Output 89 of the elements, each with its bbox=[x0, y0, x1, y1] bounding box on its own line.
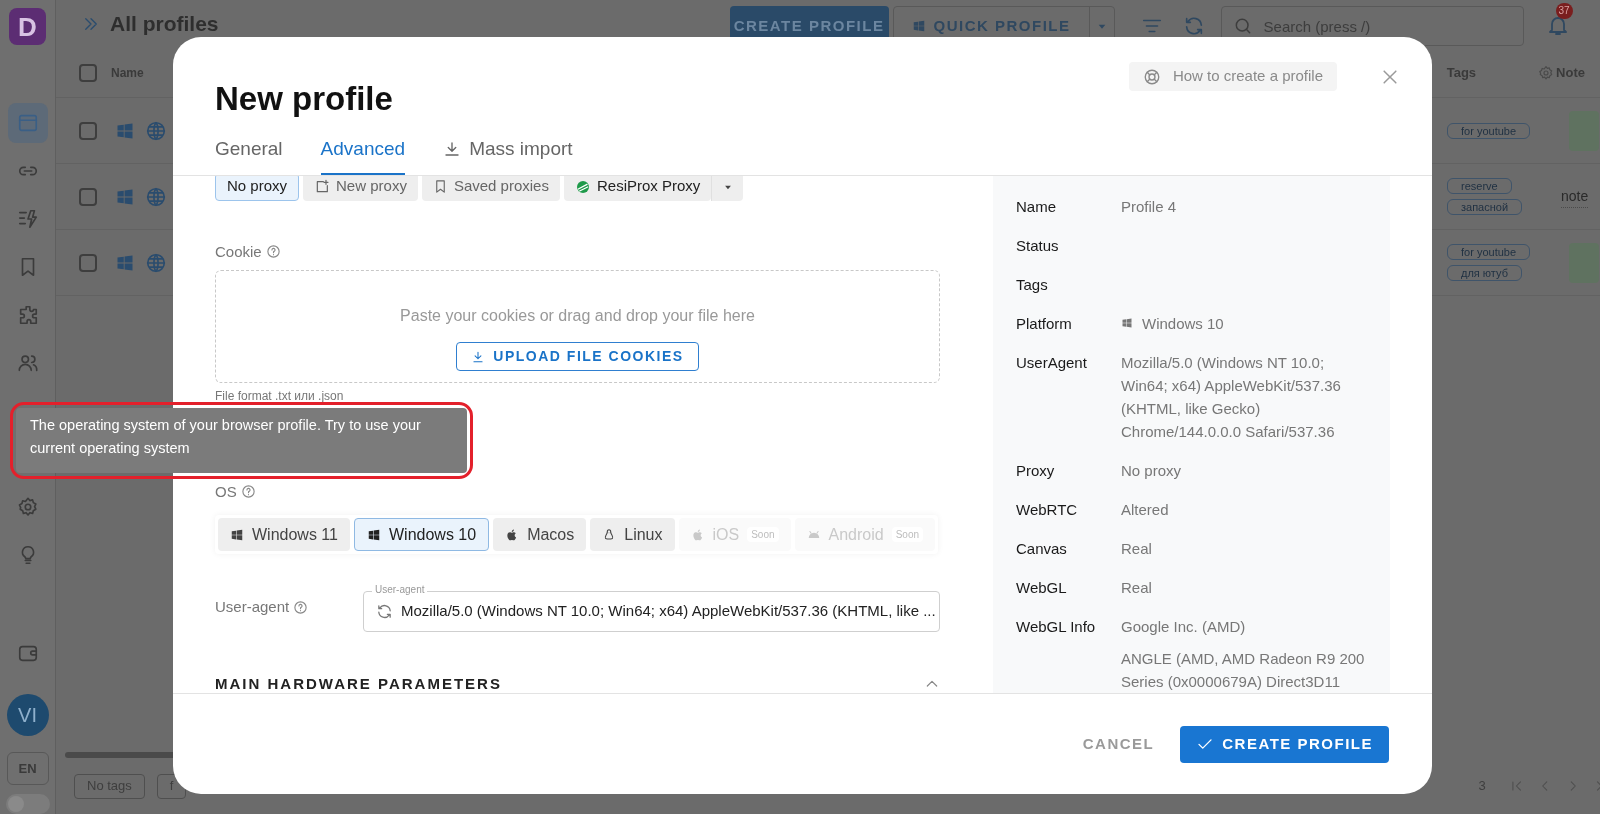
gear-icon bbox=[1538, 64, 1555, 81]
page-title: All profiles bbox=[110, 11, 219, 38]
tab[interactable]: General bbox=[215, 135, 283, 175]
summary-value: Altered bbox=[1121, 499, 1169, 520]
proxy-option[interactable]: New proxy bbox=[303, 175, 418, 201]
quick-profile-label: QUICK PROFILE bbox=[933, 15, 1071, 36]
file-format-hint: File format .txt или .json bbox=[215, 387, 345, 405]
summary-value: Mozilla/5.0 (Windows NT 10.0; Win64; x64) AppleWebKit/537.36 (KHTML, like Gecko) Chrome/144.0.0.0 Safari/537.36 bbox=[1121, 352, 1342, 442]
drop-zone-text: Paste your cookies or drag and drop your file here bbox=[400, 306, 755, 326]
tooltip: The operating system of your browser profile. Try to use your current operating system bbox=[16, 408, 467, 473]
section-heading: MAIN HARDWARE PARAMETERS bbox=[215, 675, 502, 693]
summary-label: Name bbox=[1016, 196, 1057, 217]
lifebuoy-icon bbox=[1142, 67, 1161, 86]
os-option[interactable]: Windows 11 bbox=[218, 518, 350, 551]
summary-label: UserAgent bbox=[1016, 352, 1088, 373]
windows-logo-icon bbox=[230, 527, 244, 542]
checkbox[interactable] bbox=[79, 187, 97, 206]
first-page-icon bbox=[1509, 779, 1524, 793]
summary-value: ANGLE (AMD, AMD Radeon R9 200 Series (0x0000679A) Direct3D11 bbox=[1121, 648, 1366, 692]
soon-badge: Soon bbox=[891, 527, 924, 542]
globe-icon bbox=[145, 119, 167, 142]
field-label: OS bbox=[215, 481, 237, 502]
windows-logo-icon bbox=[366, 527, 381, 542]
windows-logo-icon bbox=[911, 19, 926, 33]
checkbox[interactable] bbox=[79, 63, 97, 82]
user-agent-value: Mozilla/5.0 (Windows NT 10.0; Win64; x64) AppleWebKit/537.36 (KHTML, like ... bbox=[401, 601, 936, 622]
tag-chip: запасной bbox=[1447, 199, 1523, 215]
proxy-option[interactable]: ResiProx Proxy bbox=[563, 175, 712, 201]
summary-value: Real bbox=[1121, 538, 1152, 559]
summary-value: Google Inc. (AMD) bbox=[1121, 616, 1246, 637]
help-button[interactable]: How to create a profile bbox=[1128, 62, 1337, 91]
field-label: Cookie bbox=[215, 241, 262, 262]
soon-badge: Soon bbox=[747, 527, 779, 542]
tag-chip: reserve bbox=[1447, 178, 1512, 194]
proxy-option[interactable]: Saved proxies bbox=[421, 175, 560, 201]
refresh-icon bbox=[376, 603, 393, 620]
summary-label: WebGL bbox=[1016, 577, 1068, 598]
summary-value: Windows 10 bbox=[1142, 313, 1224, 334]
summary-value: Real bbox=[1121, 577, 1152, 598]
browser-window-icon bbox=[16, 112, 39, 134]
windows-logo-icon bbox=[1121, 317, 1133, 329]
tag-chip: для ютуб bbox=[1447, 265, 1522, 281]
summary-label: Platform bbox=[1016, 313, 1073, 334]
cancel-button[interactable]: CANCEL bbox=[1082, 732, 1155, 756]
tab[interactable]: Advanced bbox=[320, 135, 406, 175]
new-window-icon bbox=[314, 178, 331, 195]
summary-label: Tags bbox=[1016, 274, 1049, 295]
summary-value: Profile 4 bbox=[1121, 196, 1177, 217]
help-icon bbox=[293, 600, 309, 615]
dialog-title: New profile bbox=[215, 80, 394, 118]
note-text: note bbox=[1561, 185, 1589, 208]
theme-toggle[interactable] bbox=[5, 794, 50, 814]
summary-value: No proxy bbox=[1121, 460, 1182, 481]
tag-chip: for youtube bbox=[1447, 244, 1531, 260]
globe-icon bbox=[145, 185, 167, 208]
proxy-option[interactable]: No proxy bbox=[215, 175, 300, 201]
download-icon bbox=[471, 349, 486, 364]
globe-icon bbox=[145, 251, 167, 274]
apple-logo-icon bbox=[690, 527, 705, 542]
field-label: User-agent bbox=[215, 597, 290, 618]
app-logo[interactable]: D bbox=[9, 8, 46, 45]
upload-cookies-button[interactable]: UPLOAD FILE COOKIES bbox=[456, 342, 699, 371]
os-option[interactable]: Linux bbox=[590, 518, 675, 551]
summary-label: Status bbox=[1016, 235, 1060, 256]
tab[interactable]: Mass import bbox=[443, 135, 573, 175]
help-icon bbox=[240, 484, 256, 500]
tag-chip: for youtube bbox=[1447, 122, 1531, 139]
download-icon bbox=[443, 140, 462, 159]
os-option[interactable]: Macos bbox=[493, 518, 587, 551]
nav-item[interactable] bbox=[7, 103, 48, 143]
settings-icon bbox=[16, 496, 39, 518]
summary-label: Canvas bbox=[1016, 538, 1068, 559]
leaf-logo-icon bbox=[574, 178, 591, 195]
dropdown-button[interactable] bbox=[711, 175, 744, 201]
user-avatar[interactable]: VI bbox=[6, 694, 49, 736]
create-profile-button[interactable]: CREATE PROFILE bbox=[1180, 725, 1389, 763]
double-chevron-icon bbox=[82, 15, 100, 33]
checkbox[interactable] bbox=[79, 121, 97, 140]
os-option[interactable]: Windows 10 bbox=[353, 518, 490, 551]
help-icon bbox=[265, 244, 281, 260]
summary-label: WebRTC bbox=[1016, 499, 1079, 520]
users-icon bbox=[16, 352, 39, 374]
lightning-list-icon bbox=[16, 208, 39, 230]
field-legend: User-agent bbox=[372, 583, 428, 597]
notification-badge: 37 bbox=[1555, 3, 1573, 19]
summary-label: Proxy bbox=[1016, 460, 1056, 481]
cookie-drop-zone[interactable]: Paste your cookies or drag and drop your file here UPLOAD FILE COOKIES bbox=[215, 270, 940, 383]
checkbox[interactable] bbox=[79, 253, 97, 272]
summary-label: WebGL Info bbox=[1016, 616, 1097, 637]
